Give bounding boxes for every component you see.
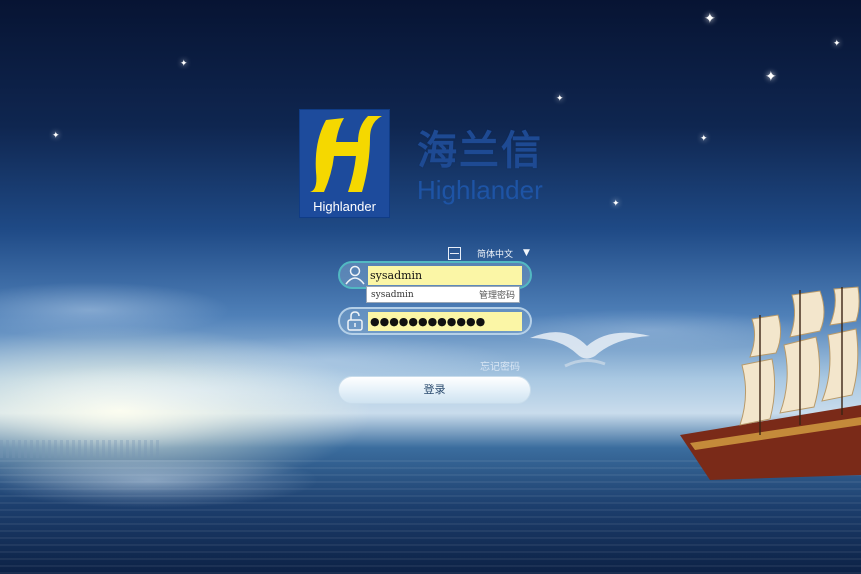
star-icon: ✦: [833, 39, 841, 49]
autocomplete-entry[interactable]: sysadmin: [371, 290, 414, 300]
sailing-ship-icon: [680, 286, 861, 480]
star-icon: ✦: [52, 131, 60, 141]
star-icon: ✦: [180, 59, 188, 69]
username-autocomplete-dropdown[interactable]: sysadmin 管理密码: [366, 286, 520, 303]
highlander-logo: Highlander: [299, 109, 390, 218]
manage-passwords-link[interactable]: 管理密码: [479, 288, 515, 301]
lock-icon: [347, 311, 363, 331]
star-icon: ✦: [612, 199, 620, 209]
star-icon: ✦: [700, 134, 708, 144]
username-field[interactable]: [338, 261, 532, 289]
login-button[interactable]: 登录: [338, 376, 531, 404]
brand-name-english: Highlander: [417, 175, 543, 205]
brand-name-chinese: 海兰信: [417, 127, 543, 174]
chevron-down-icon[interactable]: ▼: [523, 248, 530, 258]
horizon-city-silhouette: [0, 440, 160, 458]
star-icon: ✦: [704, 11, 716, 27]
forgot-password-link[interactable]: 忘记密码: [480, 358, 520, 373]
password-field[interactable]: [338, 307, 532, 335]
user-icon: [345, 265, 365, 285]
password-input[interactable]: [368, 312, 522, 331]
logo-wordmark: Highlander: [313, 199, 376, 214]
star-icon: ✦: [556, 94, 564, 104]
logo-h-mark-icon: [310, 116, 382, 192]
language-selector[interactable]: 简体中文 ▼: [448, 245, 530, 261]
seagull-icon: [530, 332, 650, 368]
username-input[interactable]: [368, 266, 522, 285]
star-icon: ✦: [765, 69, 777, 85]
language-grid-icon: [448, 246, 461, 260]
language-selected-label: 简体中文: [477, 249, 514, 260]
